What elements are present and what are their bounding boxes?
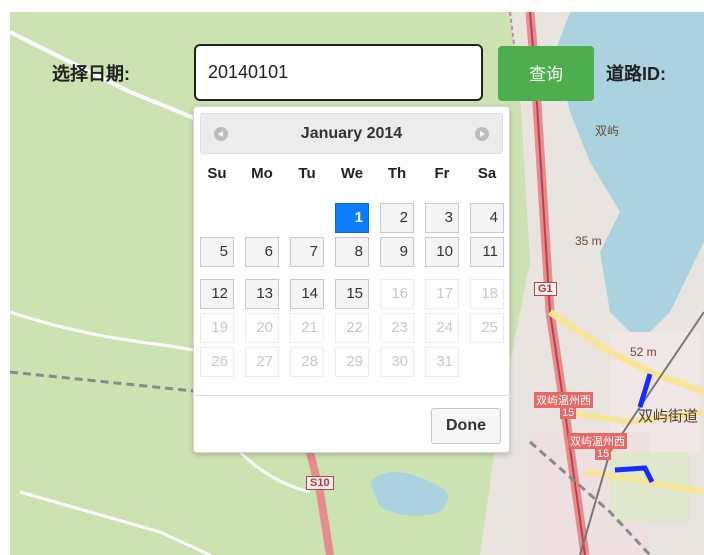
- datepicker-popup: January 2014 Su Mo Tu We Th Fr Sa 1 2 3 4 5 6 7 8 9 10 1…: [193, 106, 510, 453]
- map-label-shuangyu: 双屿: [595, 124, 620, 138]
- map-label-15b: 15: [595, 448, 612, 460]
- calendar-day-21: 21: [290, 313, 324, 343]
- calendar-day-31: 31: [425, 347, 459, 377]
- app-window: 双屿 35 m 52 m G1 S10 双屿街道 双屿温州西 15 双屿温州西 …: [0, 0, 704, 555]
- map-label-shuangyu-street: 双屿街道: [638, 408, 699, 425]
- map-label-wenzhou-west-2: 双屿温州西: [568, 433, 627, 449]
- calendar-day-13[interactable]: 13: [245, 279, 279, 309]
- calendar-day-12[interactable]: 12: [200, 279, 234, 309]
- calendar-day-22: 22: [335, 313, 369, 343]
- next-month-icon[interactable]: [475, 127, 489, 141]
- calendar-day-2[interactable]: 2: [380, 203, 414, 233]
- datepicker-divider: [194, 395, 509, 396]
- weekday-sa: Sa: [477, 165, 497, 182]
- weekday-mo: Mo: [251, 165, 273, 182]
- map-shield-s10: S10: [306, 476, 334, 490]
- weekday-th: Th: [387, 165, 407, 182]
- weekday-su: Su: [207, 165, 227, 182]
- road-id-label: 道路ID:: [606, 64, 666, 84]
- calendar-day-29: 29: [335, 347, 369, 377]
- calendar-day-5[interactable]: 5: [200, 237, 234, 267]
- calendar-day-23: 23: [380, 313, 414, 343]
- calendar-day-4[interactable]: 4: [470, 203, 504, 233]
- calendar-day-18: 18: [470, 279, 504, 309]
- calendar-day-25: 25: [470, 313, 504, 343]
- calendar-day-14[interactable]: 14: [290, 279, 324, 309]
- weekday-fr: Fr: [434, 165, 450, 182]
- calendar-day-10[interactable]: 10: [425, 237, 459, 267]
- calendar-day-7[interactable]: 7: [290, 237, 324, 267]
- calendar-day-26: 26: [200, 347, 234, 377]
- map-label-wenzhou-west-1: 双屿温州西: [534, 392, 593, 408]
- datepicker-month-title: January 2014: [300, 125, 403, 142]
- calendar-day-11[interactable]: 11: [470, 237, 504, 267]
- calendar-day-16: 16: [380, 279, 414, 309]
- done-button[interactable]: Done: [431, 408, 501, 444]
- calendar-day-3[interactable]: 3: [425, 203, 459, 233]
- calendar-day-30: 30: [380, 347, 414, 377]
- calendar-day-19: 19: [200, 313, 234, 343]
- map-label-15a: 15: [560, 407, 577, 419]
- date-label: 选择日期:: [52, 64, 130, 84]
- calendar-day-9[interactable]: 9: [380, 237, 414, 267]
- calendar-day-24: 24: [425, 313, 459, 343]
- date-input[interactable]: [194, 44, 483, 101]
- weekday-we: We: [340, 165, 364, 182]
- map-shield-g1: G1: [534, 282, 557, 296]
- calendar-day-15[interactable]: 15: [335, 279, 369, 309]
- calendar-day-20: 20: [245, 313, 279, 343]
- calendar-day-8[interactable]: 8: [335, 237, 369, 267]
- map-label-height-52: 52 m: [630, 345, 657, 359]
- calendar-day-17: 17: [425, 279, 459, 309]
- calendar-day-28: 28: [290, 347, 324, 377]
- calendar-day-6[interactable]: 6: [245, 237, 279, 267]
- calendar-day-27: 27: [245, 347, 279, 377]
- query-button[interactable]: 查询: [498, 46, 594, 101]
- weekday-tu: Tu: [298, 165, 316, 182]
- calendar-day-1[interactable]: 1: [335, 203, 369, 233]
- datepicker-header: January 2014: [200, 113, 503, 154]
- map-label-height-35: 35 m: [575, 234, 602, 248]
